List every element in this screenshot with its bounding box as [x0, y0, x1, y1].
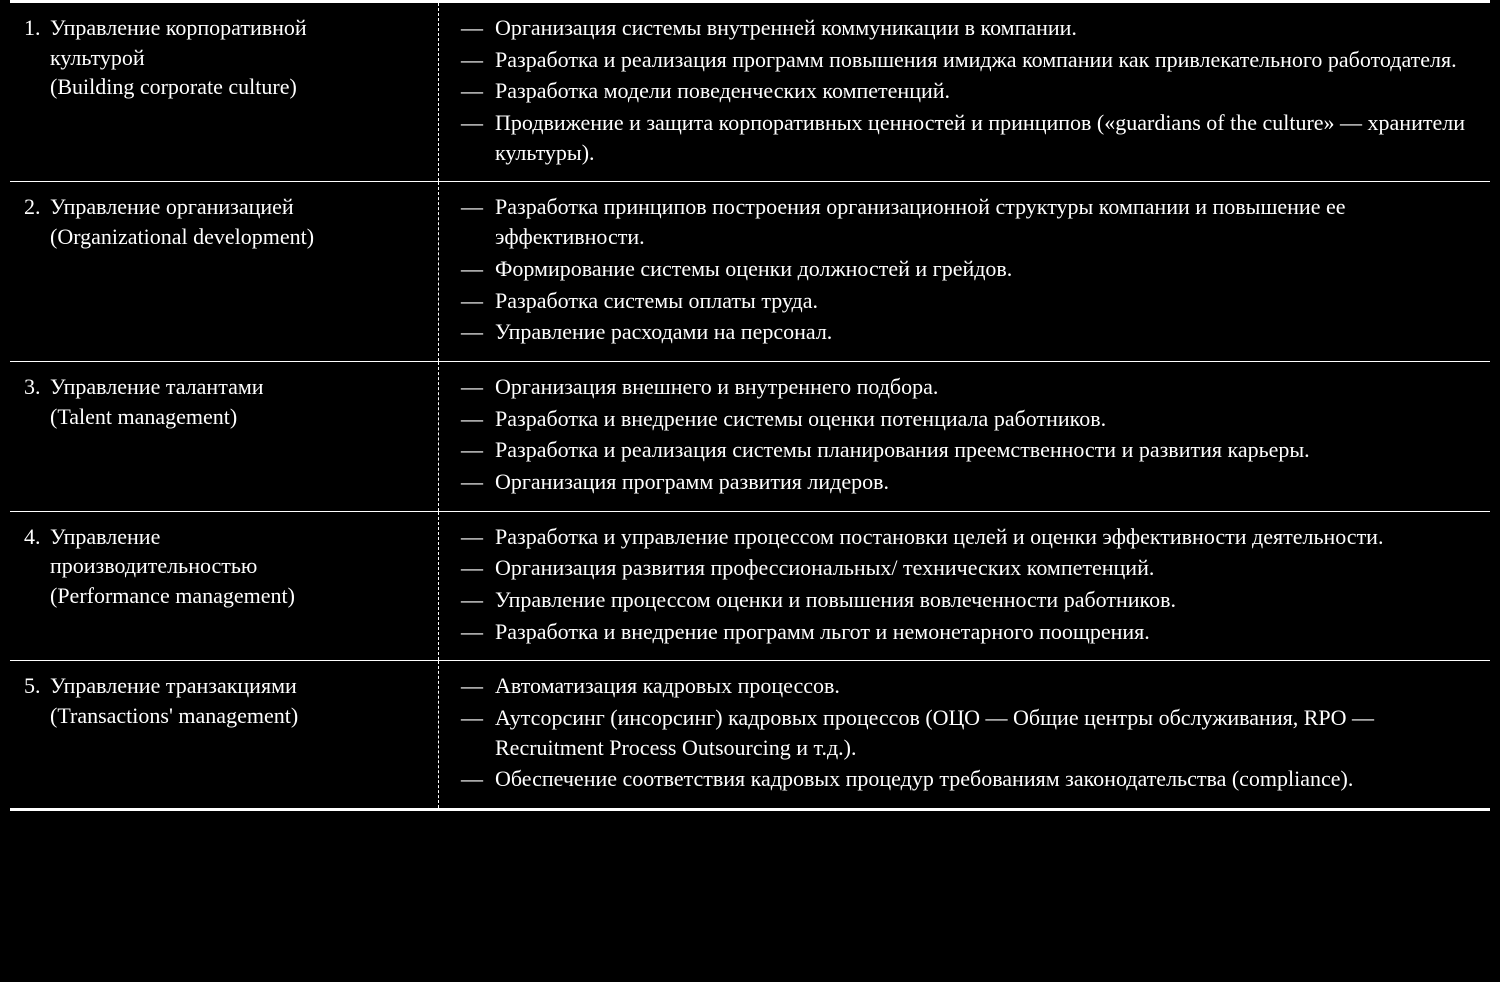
row-title: Управлениепроизводительностью(Performanc… [50, 522, 424, 611]
list-item: Организация внешнего и внутреннего подбо… [461, 372, 1470, 402]
list-item: Продвижение и защита корпоративных ценно… [461, 108, 1470, 167]
row-title-cell: 4.Управлениепроизводительностью(Performa… [10, 511, 439, 661]
list-item: Обеспечение соответствия кадровых процед… [461, 764, 1470, 794]
list-item: Разработка и управление процессом постан… [461, 522, 1470, 552]
row-number: 3. [24, 372, 50, 431]
row-title-cell: 2.Управление организацией(Organizational… [10, 182, 439, 361]
row-items-list: Организация внешнего и внутреннего подбо… [461, 372, 1470, 497]
row-title-line: Управление корпоративной [50, 13, 424, 43]
row-title-cell: 5.Управление транзакциями(Transactions' … [10, 661, 439, 810]
row-title-line: Управление [50, 522, 424, 552]
row-title: Управление корпоративнойкультурой(Buildi… [50, 13, 424, 102]
list-item: Разработка и реализация программ повышен… [461, 45, 1470, 75]
list-item: Организация системы внутренней коммуника… [461, 13, 1470, 43]
row-number: 2. [24, 192, 50, 251]
list-item: Организация развития профессиональных/ т… [461, 553, 1470, 583]
list-item: Разработка принципов построения организа… [461, 192, 1470, 251]
row-title-line: (Building corporate culture) [50, 72, 424, 102]
row-title-line: (Organizational development) [50, 222, 424, 252]
row-title-line: культурой [50, 43, 424, 73]
document-page: 1.Управление корпоративнойкультурой(Buil… [0, 0, 1500, 811]
row-items-list: Организация системы внутренней коммуника… [461, 13, 1470, 167]
row-title-line: Управление транзакциями [50, 671, 424, 701]
list-item: Разработка модели поведенческих компетен… [461, 76, 1470, 106]
row-items-cell: Разработка принципов построения организа… [439, 182, 1491, 361]
row-title-line: Управление организацией [50, 192, 424, 222]
list-item: Разработка и внедрение программ льгот и … [461, 617, 1470, 647]
table-row: 3.Управление талантами(Talent management… [10, 361, 1490, 511]
row-items-cell: Организация системы внутренней коммуника… [439, 2, 1491, 182]
row-items-cell: Автоматизация кадровых процессов.Аутсорс… [439, 661, 1491, 810]
list-item: Разработка и внедрение системы оценки по… [461, 404, 1470, 434]
row-title: Управление талантами(Talent management) [50, 372, 424, 431]
list-item: Аутсорсинг (инсорсинг) кадровых процессо… [461, 703, 1470, 762]
row-title-line: (Performance management) [50, 581, 424, 611]
row-title-cell: 3.Управление талантами(Talent management… [10, 361, 439, 511]
row-items-cell: Разработка и управление процессом постан… [439, 511, 1491, 661]
row-items-list: Разработка принципов построения организа… [461, 192, 1470, 346]
row-number: 1. [24, 13, 50, 102]
list-item: Организация программ развития лидеров. [461, 467, 1470, 497]
table-row: 4.Управлениепроизводительностью(Performa… [10, 511, 1490, 661]
row-title: Управление организацией(Organizational d… [50, 192, 424, 251]
table-row: 2.Управление организацией(Organizational… [10, 182, 1490, 361]
row-title-line: (Talent management) [50, 402, 424, 432]
table-row: 1.Управление корпоративнойкультурой(Buil… [10, 2, 1490, 182]
row-title: Управление транзакциями(Transactions' ma… [50, 671, 424, 730]
row-number: 4. [24, 522, 50, 611]
row-items-list: Разработка и управление процессом постан… [461, 522, 1470, 647]
row-items-cell: Организация внешнего и внутреннего подбо… [439, 361, 1491, 511]
list-item: Разработка и реализация системы планиров… [461, 435, 1470, 465]
list-item: Разработка системы оплаты труда. [461, 286, 1470, 316]
row-number: 5. [24, 671, 50, 730]
row-title-line: (Transactions' management) [50, 701, 424, 731]
list-item: Формирование системы оценки должностей и… [461, 254, 1470, 284]
hr-functions-table: 1.Управление корпоративнойкультурой(Buil… [10, 0, 1490, 811]
list-item: Управление расходами на персонал. [461, 317, 1470, 347]
row-title-cell: 1.Управление корпоративнойкультурой(Buil… [10, 2, 439, 182]
list-item: Автоматизация кадровых процессов. [461, 671, 1470, 701]
row-title-line: Управление талантами [50, 372, 424, 402]
table-row: 5.Управление транзакциями(Transactions' … [10, 661, 1490, 810]
row-items-list: Автоматизация кадровых процессов.Аутсорс… [461, 671, 1470, 794]
row-title-line: производительностью [50, 551, 424, 581]
list-item: Управление процессом оценки и повышения … [461, 585, 1470, 615]
